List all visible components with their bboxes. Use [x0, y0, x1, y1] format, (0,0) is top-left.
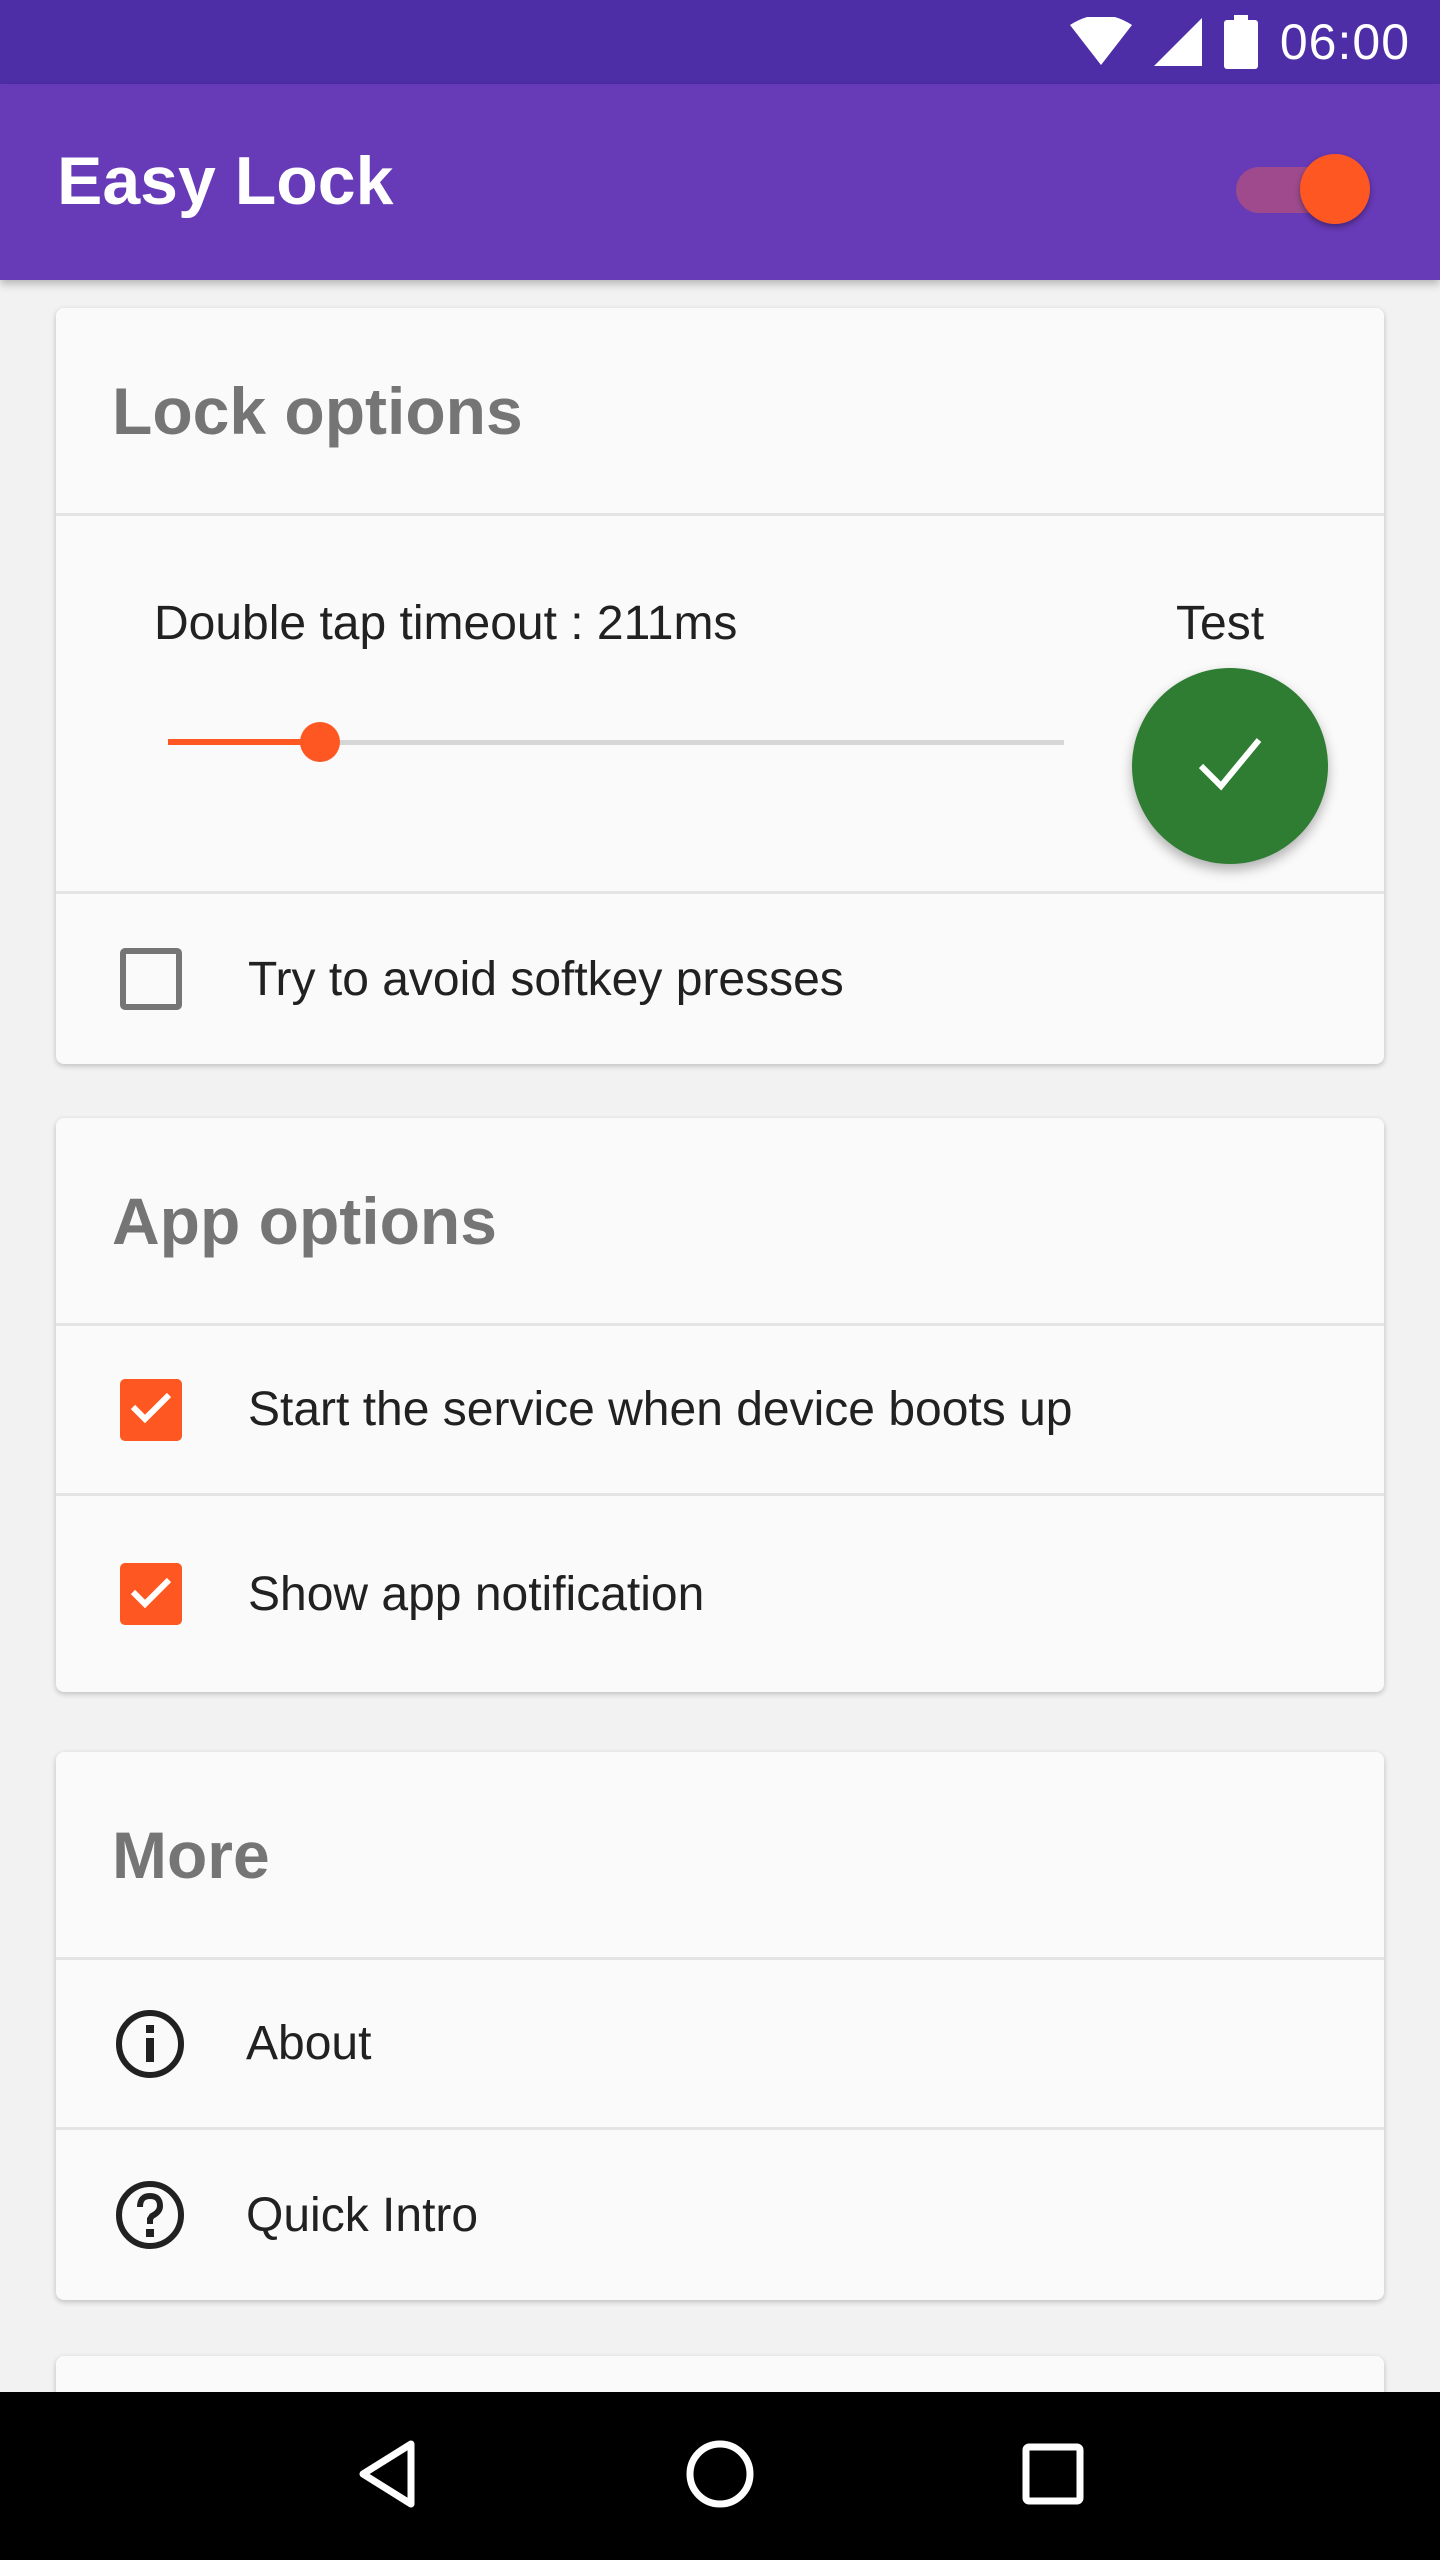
quick-intro-row[interactable]: Quick Intro [56, 2130, 1384, 2300]
about-row[interactable]: About [56, 1960, 1384, 2130]
lock-options-title: Lock options [112, 373, 523, 448]
app-options-title: App options [112, 1183, 497, 1258]
back-icon [355, 2438, 419, 2515]
avoid-softkey-row[interactable]: Try to avoid softkey presses [56, 894, 1384, 1064]
lock-options-card: Lock options Double tap timeout : 211ms … [56, 308, 1384, 1064]
more-header: More [56, 1752, 1384, 1960]
home-button[interactable] [680, 2436, 760, 2516]
timeout-label: Double tap timeout : 211ms [154, 597, 738, 650]
avoid-softkey-checkbox[interactable] [120, 948, 182, 1010]
start-on-boot-checkbox[interactable] [120, 1378, 182, 1441]
info-icon [114, 2008, 186, 2080]
battery-icon [1223, 15, 1258, 69]
status-time: 06:00 [1279, 14, 1410, 70]
app-options-header: App options [56, 1118, 1384, 1326]
check-icon [1195, 734, 1265, 799]
slider-fill [168, 739, 321, 745]
start-on-boot-row[interactable]: Start the service when device boots up [56, 1326, 1384, 1496]
slider-thumb[interactable] [300, 722, 341, 762]
app-options-card: App options Start the service when devic… [56, 1118, 1384, 1692]
home-icon [684, 2438, 756, 2515]
show-notification-label: Show app notification [248, 1567, 705, 1621]
settings-content[interactable]: Lock options Double tap timeout : 211ms … [0, 280, 1440, 2392]
help-icon [114, 2179, 186, 2251]
status-bar: 06:00 [0, 0, 1440, 84]
navigation-bar [0, 2392, 1440, 2560]
app-bar: Easy Lock [0, 84, 1440, 280]
app-title: Easy Lock [57, 143, 394, 219]
more-title: More [112, 1817, 270, 1892]
lock-options-header: Lock options [56, 308, 1384, 516]
checkmark-icon [129, 1389, 173, 1430]
service-toggle-switch[interactable] [1236, 154, 1372, 224]
test-button[interactable] [1132, 668, 1328, 864]
cell-signal-icon [1153, 18, 1202, 66]
switch-thumb [1300, 154, 1370, 224]
avoid-softkey-label: Try to avoid softkey presses [248, 952, 844, 1006]
show-notification-row[interactable]: Show app notification [56, 1496, 1384, 1692]
about-label: About [246, 2017, 372, 2070]
start-on-boot-label: Start the service when device boots up [248, 1383, 1073, 1436]
recents-icon [1021, 2442, 1085, 2511]
timeout-slider[interactable] [168, 722, 1064, 762]
test-label: Test [1176, 597, 1265, 650]
checkmark-icon [129, 1574, 173, 1615]
recents-button[interactable] [1013, 2436, 1093, 2516]
wifi-icon [1069, 17, 1132, 67]
back-button[interactable] [347, 2436, 427, 2516]
timeout-row: Double tap timeout : 211ms Test [56, 516, 1384, 894]
show-notification-checkbox[interactable] [120, 1563, 182, 1625]
more-card: More About Quick Intro [56, 1752, 1384, 2300]
quick-intro-label: Quick Intro [246, 2188, 479, 2242]
next-card-partial [56, 2356, 1384, 2392]
